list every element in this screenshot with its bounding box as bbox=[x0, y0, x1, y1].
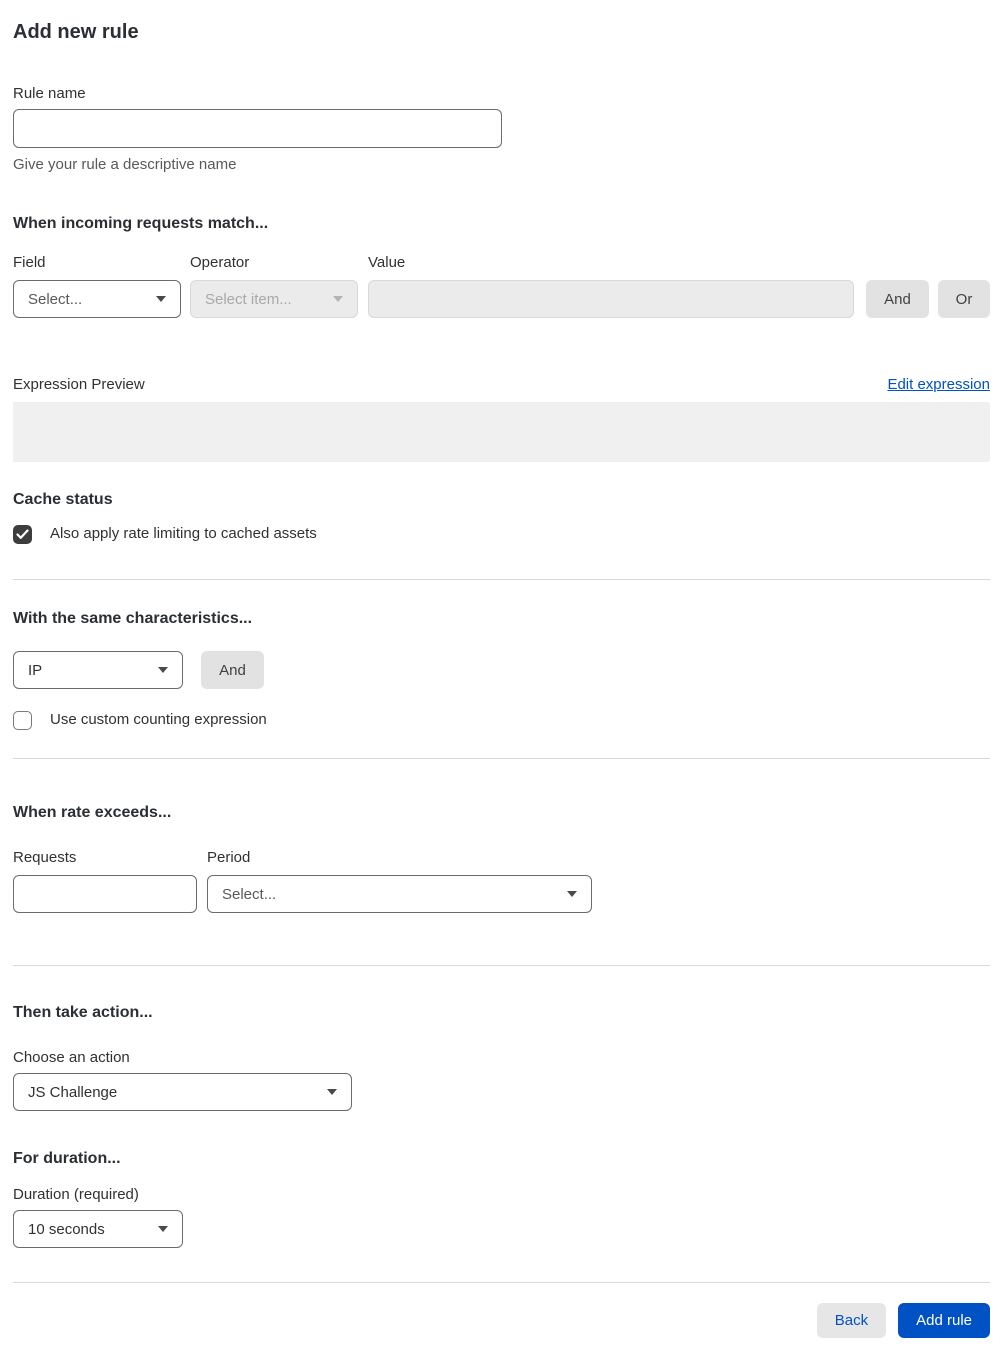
choose-action-label: Choose an action bbox=[13, 1049, 130, 1066]
duration-heading: For duration... bbox=[13, 1150, 121, 1167]
value-group: Value bbox=[368, 253, 854, 318]
and-button[interactable]: And bbox=[866, 280, 929, 318]
field-group: Field Select... bbox=[13, 253, 181, 318]
characteristic-select[interactable]: IP bbox=[13, 651, 183, 689]
edit-expression-link[interactable]: Edit expression bbox=[887, 374, 990, 396]
period-select-value: Select... bbox=[222, 885, 277, 903]
rule-name-input[interactable] bbox=[13, 109, 502, 148]
action-select[interactable]: JS Challenge bbox=[13, 1073, 352, 1111]
action-heading: Then take action... bbox=[13, 1004, 153, 1021]
expression-preview-box bbox=[13, 402, 990, 462]
period-label: Period bbox=[207, 849, 251, 866]
requests-group: Requests bbox=[13, 848, 197, 913]
check-icon bbox=[16, 528, 29, 539]
or-button[interactable]: Or bbox=[938, 280, 990, 318]
divider bbox=[13, 1282, 990, 1283]
duration-label: Duration (required) bbox=[13, 1186, 139, 1203]
value-input bbox=[368, 280, 854, 318]
divider bbox=[13, 758, 990, 759]
page-title: Add new rule bbox=[13, 21, 139, 43]
cached-assets-label: Also apply rate limiting to cached asset… bbox=[50, 525, 317, 542]
chevron-down-icon bbox=[567, 891, 577, 897]
duration-select[interactable]: 10 seconds bbox=[13, 1210, 183, 1248]
custom-counting-label: Use custom counting expression bbox=[50, 711, 267, 728]
operator-group: Operator Select item... bbox=[190, 253, 358, 318]
cache-status-heading: Cache status bbox=[13, 491, 113, 508]
cache-checkbox-row: Also apply rate limiting to cached asset… bbox=[13, 524, 990, 544]
value-label: Value bbox=[368, 254, 406, 271]
characteristic-select-value: IP bbox=[28, 661, 43, 679]
chevron-down-icon bbox=[158, 1226, 168, 1232]
footer-actions: Back Add rule bbox=[13, 1303, 990, 1338]
rate-heading: When rate exceeds... bbox=[13, 804, 172, 821]
divider bbox=[13, 965, 990, 966]
custom-counting-checkbox[interactable] bbox=[13, 710, 32, 730]
divider bbox=[13, 579, 990, 580]
requests-label: Requests bbox=[13, 849, 77, 866]
counting-expression-row: Use custom counting expression bbox=[13, 710, 990, 730]
rule-name-section: Rule name Give your rule a descriptive n… bbox=[13, 84, 990, 175]
rule-name-label: Rule name bbox=[13, 85, 86, 102]
action-select-value: JS Challenge bbox=[28, 1083, 118, 1101]
chevron-down-icon bbox=[327, 1089, 337, 1095]
period-select[interactable]: Select... bbox=[207, 875, 592, 913]
field-select[interactable]: Select... bbox=[13, 280, 181, 318]
characteristics-heading: With the same characteristics... bbox=[13, 610, 253, 627]
back-button[interactable]: Back bbox=[816, 1303, 887, 1338]
expression-preview-label: Expression Preview bbox=[13, 376, 145, 393]
characteristic-and-button[interactable]: And bbox=[201, 651, 264, 689]
rule-name-helper: Give your rule a descriptive name bbox=[13, 156, 237, 173]
field-select-value: Select... bbox=[28, 290, 83, 308]
field-label: Field bbox=[13, 254, 46, 271]
chevron-down-icon bbox=[333, 296, 343, 302]
operator-select: Select item... bbox=[190, 280, 358, 318]
requests-input[interactable] bbox=[13, 875, 197, 913]
period-group: Period Select... bbox=[207, 848, 592, 913]
expression-header: Expression Preview Edit expression bbox=[13, 374, 990, 396]
chevron-down-icon bbox=[158, 667, 168, 673]
add-rule-button[interactable]: Add rule bbox=[898, 1303, 990, 1338]
duration-select-value: 10 seconds bbox=[28, 1220, 105, 1238]
match-section-heading: When incoming requests match... bbox=[13, 215, 269, 232]
operator-select-value: Select item... bbox=[205, 290, 292, 308]
operator-label: Operator bbox=[190, 254, 250, 271]
cached-assets-checkbox[interactable] bbox=[13, 524, 32, 544]
chevron-down-icon bbox=[156, 296, 166, 302]
